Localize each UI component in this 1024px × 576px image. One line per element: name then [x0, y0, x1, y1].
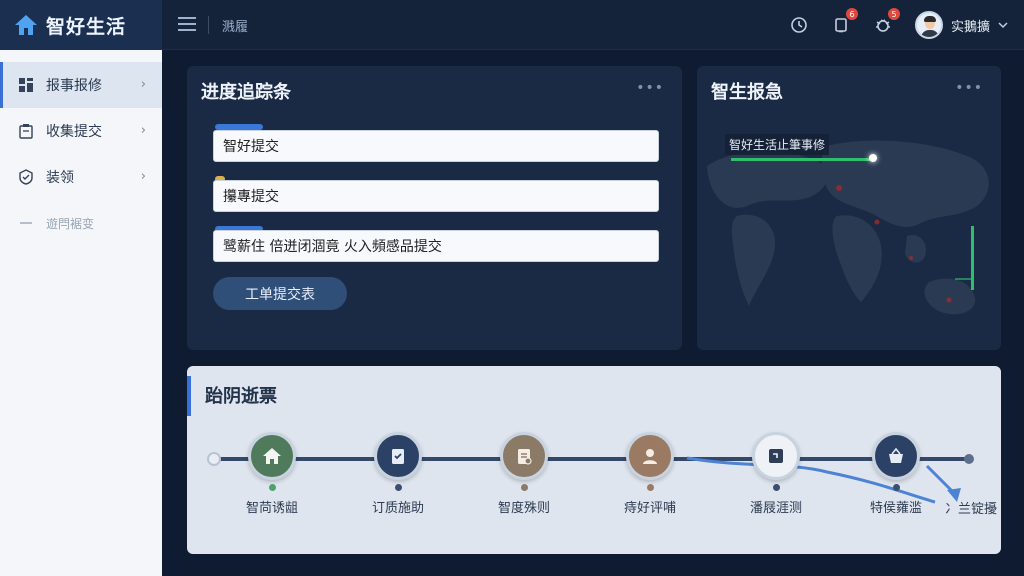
avatar[interactable]	[914, 11, 943, 39]
notification-icon[interactable]: 6	[831, 8, 858, 35]
top-bar: 智好生活 溅履 6 5 实鵝擴	[0, 0, 1024, 50]
flow-step-3[interactable]: 智度殊则	[474, 432, 574, 516]
flow-end-node	[964, 454, 974, 464]
sidebar-item-label: 遊閂裾变	[46, 216, 95, 231]
bug-icon[interactable]: 5	[873, 8, 900, 35]
flow-step-last-label: 冫兰锭擾	[945, 502, 998, 517]
chevron-right-icon: ›	[140, 77, 146, 92]
more-options-icon[interactable]: •••	[636, 80, 664, 96]
brand-name: 智好生活	[46, 15, 127, 38]
step-label: 智苘诱龃	[245, 501, 298, 516]
dash-icon	[18, 215, 34, 231]
panel-title: 智生报急	[711, 82, 783, 103]
map-gauge-bar	[971, 226, 974, 290]
sidebar-item-label: 收集提交	[46, 124, 102, 140]
step-label: 特侯蕹滥	[869, 501, 922, 516]
map-panel: 智生报急 ••• 智好生活止筆事修	[697, 66, 1001, 350]
chevron-down-icon	[998, 22, 1008, 29]
map-gauge-tick	[955, 278, 973, 280]
sidebar-item-collect[interactable]: 收集提交 ›	[0, 108, 162, 154]
clipboard-icon	[18, 123, 34, 139]
document-icon[interactable]	[500, 432, 548, 480]
sidebar: 报事报修 › 收集提交 › 装领 › 遊閂裾变	[0, 50, 162, 576]
progress-field-2[interactable]: 攥專提交	[213, 180, 659, 212]
flow-step-4[interactable]: 痔好评哺	[600, 432, 700, 516]
chevron-right-icon: ›	[140, 169, 146, 184]
panel-title: 进度追踪条	[201, 82, 291, 103]
step-indicator	[772, 484, 780, 491]
user-name: 实鵝擴	[950, 19, 990, 35]
step-label: 痔好评哺	[623, 501, 676, 516]
basket-icon[interactable]	[872, 432, 920, 480]
step-label: 订质施助	[371, 501, 424, 516]
clock-icon[interactable]	[789, 15, 809, 35]
flow-step-6[interactable]: 特侯蕹滥	[846, 432, 946, 516]
panel-title: 跆阴逝票	[205, 386, 277, 407]
person-icon[interactable]	[626, 432, 674, 480]
step-indicator	[520, 484, 528, 491]
chevron-right-icon: ›	[140, 123, 146, 138]
map-marker[interactable]	[869, 154, 877, 162]
step-label: 潘屐涯测	[749, 501, 802, 516]
shield-check-icon	[18, 169, 34, 185]
sidebar-item-label: 装领	[46, 170, 74, 186]
progress-panel: 进度追踪条 ••• 智好提交 攥專提交 鹭薪住 倍迸闭涸竟 火入頻感品提交 工单…	[187, 66, 682, 350]
breadcrumb[interactable]: 溅履	[222, 16, 248, 35]
step-indicator	[646, 484, 654, 491]
house-icon[interactable]	[248, 432, 296, 480]
bug-badge: 5	[887, 8, 900, 20]
submit-workorder-button[interactable]: 工单提交表	[213, 277, 347, 310]
menu-toggle-icon[interactable]	[178, 17, 196, 31]
home-logo-icon	[15, 15, 37, 35]
flow-start-node	[207, 452, 221, 466]
sidebar-item-repair[interactable]: 报事报修 ›	[0, 62, 162, 108]
brand[interactable]: 智好生活	[0, 0, 162, 50]
flow-step-5[interactable]: 潘屐涯测	[726, 432, 826, 516]
notification-badge: 6	[845, 8, 858, 20]
step-indicator	[892, 484, 900, 491]
step-indicator	[268, 484, 276, 491]
sidebar-item-settings[interactable]: 遊閂裾变	[0, 200, 162, 246]
document-check-icon[interactable]	[374, 432, 422, 480]
sidebar-item-label: 报事报修	[46, 78, 102, 94]
divider	[208, 16, 209, 34]
flow-step-2[interactable]: 订质施助	[348, 432, 448, 516]
step-indicator	[394, 484, 402, 491]
step-label: 智度殊则	[497, 501, 550, 516]
map-callout: 智好生活止筆事修	[725, 134, 830, 155]
progress-field-3[interactable]: 鹭薪住 倍迸闭涸竟 火入頻感品提交	[213, 230, 659, 262]
grid-icon	[18, 77, 34, 93]
flow-step-1[interactable]: 智苘诱龃	[222, 432, 322, 516]
more-options-icon[interactable]: •••	[955, 80, 983, 96]
user-menu[interactable]: 实鵝擴	[914, 11, 1008, 39]
progress-field-1[interactable]: 智好提交	[213, 130, 659, 162]
map-progress-line	[731, 158, 875, 161]
puzzle-icon[interactable]	[752, 432, 800, 480]
flow-panel: 跆阴逝票 智苘诱龃 订质施助 智度殊则 痔好评哺 潘屐涯测 特侯蕹滥 冫兰锭擾	[187, 366, 1001, 554]
sidebar-item-equipment[interactable]: 装领 ›	[0, 154, 162, 200]
